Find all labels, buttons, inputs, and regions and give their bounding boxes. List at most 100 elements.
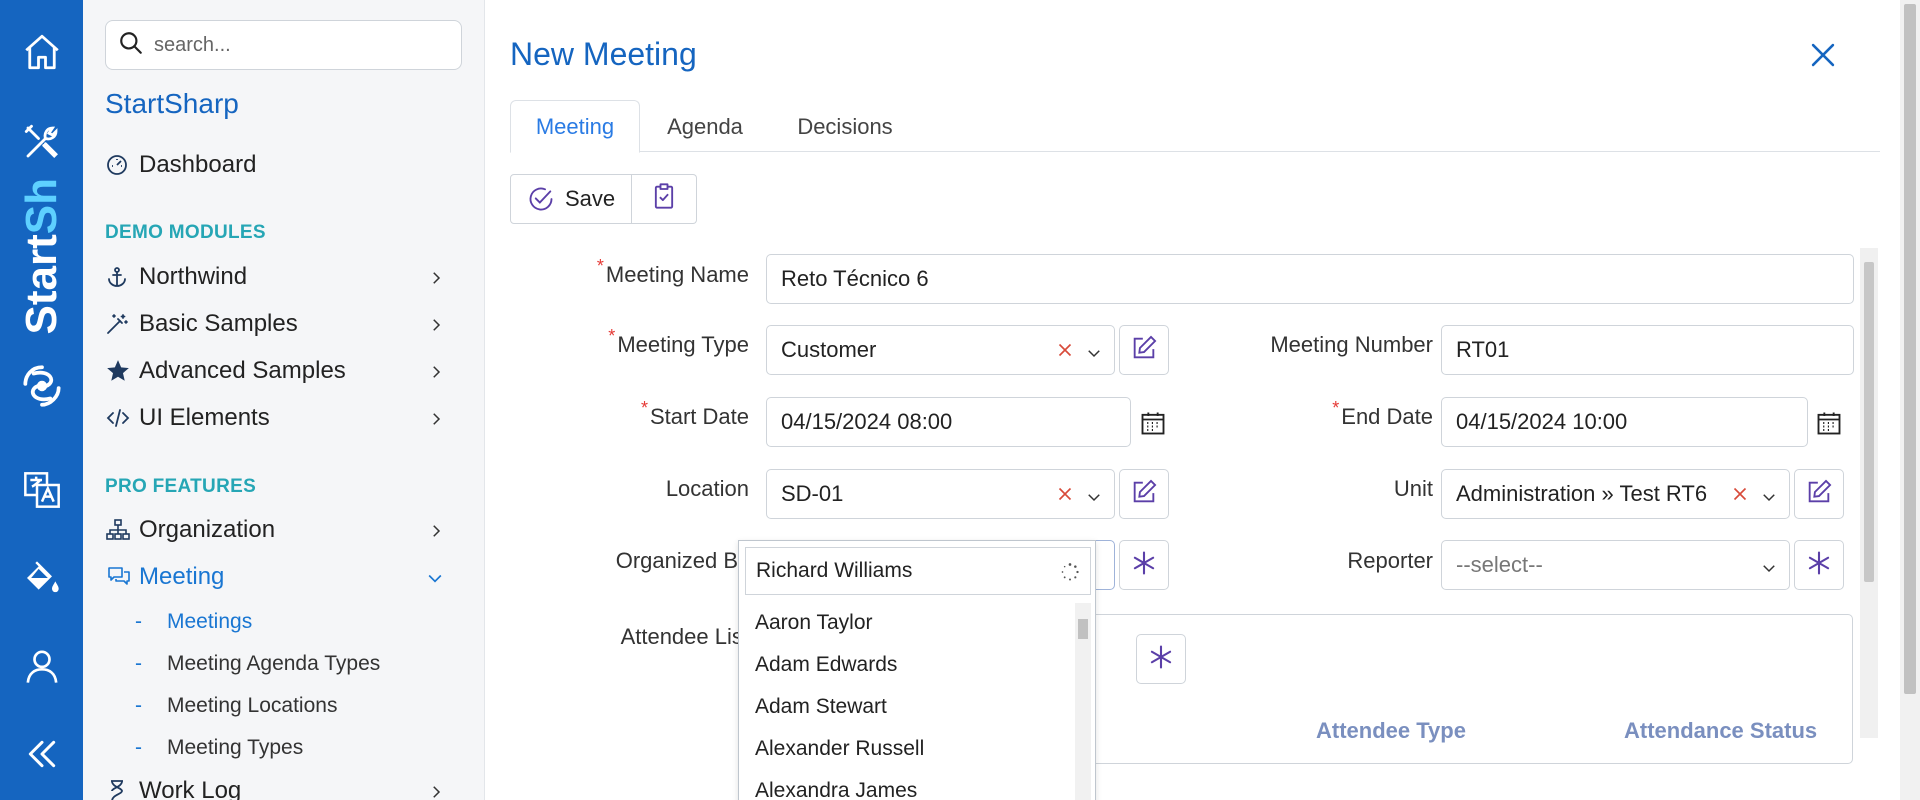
section-demo-modules: DEMO MODULES [105,222,266,243]
nav-dashboard[interactable]: Dashboard [105,145,465,185]
search-box[interactable] [105,20,462,70]
chevron-down-icon[interactable] [1759,557,1779,583]
nav-meeting[interactable]: Meeting [105,557,465,597]
toolbar: Save [510,174,698,224]
sub-item-meetings[interactable]: - Meetings [135,607,252,637]
reporter-select[interactable]: --select-- [1441,540,1790,590]
form-scrollbar-thumb[interactable] [1864,262,1874,582]
search-input[interactable] [154,33,444,57]
reporter-label: Reporter [1347,548,1433,573]
home-icon[interactable] [0,22,83,82]
clipboard-check-icon [650,182,678,216]
meeting-number-input[interactable]: RT01 [1441,325,1854,375]
reporter-placeholder: --select-- [1456,552,1543,577]
nav-meeting-label: Meeting [139,563,225,590]
chevron-down-icon[interactable] [1759,486,1779,512]
tab-bar: Meeting Agenda Decisions [510,100,1880,153]
clear-icon[interactable] [1054,483,1076,511]
chevron-down-icon[interactable] [1084,342,1104,368]
nav-northwind[interactable]: Northwind [105,257,465,297]
dropdown-option[interactable]: Adam Stewart [755,695,887,719]
sub-item-meeting-types[interactable]: - Meeting Types [135,733,303,763]
nav-work-log[interactable]: Work Log [105,771,465,800]
search-icon [118,30,144,61]
nav-organization[interactable]: Organization [105,510,465,550]
chevron-down-icon[interactable] [1084,486,1104,512]
loading-spinner-icon [1060,562,1080,588]
add-attendee-button[interactable] [1136,634,1186,684]
meeting-name-label: *Meeting Name [596,256,749,287]
section-pro-features: PRO FEATURES [105,476,257,497]
nav-work-log-label: Work Log [139,777,242,800]
sub-item-meeting-locations[interactable]: - Meeting Locations [135,691,337,721]
edit-unit-button[interactable] [1794,469,1844,519]
tab-meeting[interactable]: Meeting [510,100,640,153]
unit-value: Administration » Test RT6 [1456,481,1708,506]
edit-location-button[interactable] [1119,469,1169,519]
logo-icon [0,356,83,416]
page-scrollbar-thumb[interactable] [1904,4,1916,694]
code-icon [105,406,139,430]
dropdown-scrollbar-thumb[interactable] [1078,619,1088,639]
dropdown-option[interactable]: Alexandra James [755,779,917,800]
location-select[interactable]: SD-01 [766,469,1115,519]
brand-text: StartSh [17,178,66,335]
clear-icon[interactable] [1729,483,1751,511]
nav-ui-elements[interactable]: UI Elements [105,398,465,438]
magic-wand-icon [105,312,139,336]
chevron-right-icon [427,361,445,389]
anchor-icon [105,265,139,289]
dropdown-search-input[interactable]: Richard Williams [745,547,1091,595]
chevron-right-icon [427,267,445,295]
asterisk-icon [1147,643,1175,676]
collapse-icon[interactable] [0,724,83,784]
organized-by-label: Organized By [615,548,749,573]
nav-basic-samples[interactable]: Basic Samples [105,304,465,344]
chevron-right-icon [427,314,445,342]
save-button[interactable]: Save [510,174,633,224]
sub-item-label: Meeting Agenda Types [167,652,381,675]
end-date-input[interactable]: 04/15/2024 10:00 [1441,397,1808,447]
nav-advanced-samples-label: Advanced Samples [139,357,346,384]
start-date-input[interactable]: 04/15/2024 08:00 [766,397,1131,447]
close-icon[interactable] [1806,38,1840,72]
nav-advanced-samples[interactable]: Advanced Samples [105,351,465,391]
meeting-type-select[interactable]: Customer [766,325,1115,375]
clear-icon[interactable] [1054,339,1076,367]
tools-icon[interactable] [0,112,83,172]
user-icon[interactable] [0,636,83,696]
edit-meeting-type-button[interactable] [1119,325,1169,375]
chevron-right-icon [427,781,445,800]
paint-bucket-icon[interactable] [0,548,83,608]
chat-icon [105,565,139,589]
add-reporter-button[interactable] [1794,540,1844,590]
save-button-label: Save [565,186,616,211]
column-header-attendee-type[interactable]: Attendee Type [1316,718,1466,744]
translate-icon[interactable] [0,460,83,520]
meeting-name-input[interactable]: Reto Técnico 6 [766,254,1854,304]
location-label: Location [665,476,749,501]
page-scrollbar[interactable] [1900,0,1920,800]
dropdown-option[interactable]: Alexander Russell [755,737,924,761]
sub-item-meeting-agenda-types[interactable]: - Meeting Agenda Types [135,649,380,679]
asterisk-icon [1130,549,1158,582]
apply-changes-button[interactable] [632,174,698,224]
dropdown-option[interactable]: Aaron Taylor [755,611,873,635]
sub-item-label: Meeting Types [167,736,304,759]
edit-icon [1805,478,1833,511]
chevron-down-icon [425,567,445,595]
meeting-type-value: Customer [781,337,877,362]
tab-agenda[interactable]: Agenda [640,100,770,153]
meeting-form: *Meeting Name Reto Técnico 6 *Meeting Ty… [510,248,1880,800]
edit-icon [1130,478,1158,511]
tab-decisions[interactable]: Decisions [770,100,920,153]
dropdown-option[interactable]: Adam Edwards [755,653,897,677]
calendar-icon[interactable] [1139,409,1169,439]
column-header-attendance-status[interactable]: Attendance Status [1624,718,1817,744]
app-name[interactable]: StartSharp [105,88,239,120]
end-date-label: *End Date [1332,398,1433,429]
calendar-icon[interactable] [1815,409,1845,439]
organized-by-dropdown: Richard Williams Aaron Taylor Adam Edwar… [738,540,1096,800]
add-organizer-button[interactable] [1119,540,1169,590]
unit-select[interactable]: Administration » Test RT6 [1441,469,1790,519]
